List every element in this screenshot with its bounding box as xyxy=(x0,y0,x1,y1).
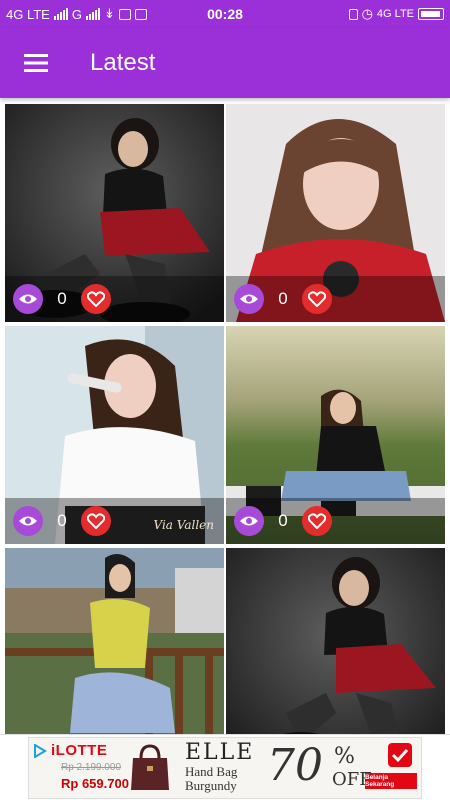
view-count: 0 xyxy=(57,511,67,530)
alarm-icon: ◷ xyxy=(361,6,373,21)
heart-icon xyxy=(308,513,326,529)
view-count: 0 xyxy=(278,289,288,308)
photo-card[interactable]: 0 Via Vallen xyxy=(5,326,224,544)
ad-old-price: Rp 2.199.000 xyxy=(61,762,122,773)
photo-watermark: Via Vallen xyxy=(153,518,215,532)
status-bar: 4G LTE G ↡ 00:28 ◷ 4G LTE xyxy=(0,0,450,28)
ad-description: Hand Bag Burgundy xyxy=(185,765,237,793)
card-overlay: 0 xyxy=(5,276,224,322)
ad-banner[interactable]: iLOTTE Rp 2.199.000 Rp 659.700 ELLE Hand… xyxy=(0,734,450,800)
view-button[interactable] xyxy=(13,284,43,314)
heart-icon xyxy=(87,513,105,529)
like-button[interactable] xyxy=(302,506,332,536)
ad-desc-line2: Burgundy xyxy=(185,778,237,793)
signal-icon-2 xyxy=(85,8,100,20)
eye-icon xyxy=(240,294,258,304)
ad-cta-button[interactable]: Belanja Sekarang xyxy=(365,773,417,789)
photo-card[interactable] xyxy=(226,548,445,734)
photo-card[interactable]: 0 xyxy=(5,104,224,322)
handbag-image xyxy=(131,744,169,790)
like-button[interactable] xyxy=(302,284,332,314)
message-icon xyxy=(118,8,131,20)
view-button[interactable] xyxy=(13,506,43,536)
view-count: 0 xyxy=(278,511,288,530)
eye-icon xyxy=(240,516,258,526)
ad-percent-sign: % xyxy=(334,744,355,769)
heart-icon xyxy=(308,291,326,307)
view-button[interactable] xyxy=(234,284,264,314)
photo-grid: 0 0 0 Via Vallen 0 xyxy=(0,98,450,734)
signal-icon xyxy=(53,8,68,20)
photo-card[interactable] xyxy=(5,548,224,734)
menu-button[interactable] xyxy=(0,28,72,98)
usb-icon: ↡ xyxy=(103,6,115,21)
app-notification-icon xyxy=(134,8,147,20)
ad-brand: iLOTTE xyxy=(51,742,108,759)
like-button[interactable] xyxy=(81,506,111,536)
page-title: Latest xyxy=(90,49,156,76)
network-type-right-label: 4G LTE xyxy=(376,8,414,20)
eye-icon xyxy=(19,516,37,526)
photo-image xyxy=(5,548,224,734)
battery-icon xyxy=(418,8,444,20)
app-bar: Latest xyxy=(0,28,450,98)
network-type-label: 4G LTE xyxy=(6,6,50,22)
ad-creative[interactable]: iLOTTE Rp 2.199.000 Rp 659.700 ELLE Hand… xyxy=(28,737,422,799)
ad-desc-line1: Hand Bag xyxy=(185,764,238,779)
ad-discount-value: 70 xyxy=(267,740,323,791)
photo-card[interactable]: 0 xyxy=(226,104,445,322)
ad-headline: ELLE xyxy=(185,740,255,765)
card-overlay: 0 xyxy=(226,498,445,544)
heart-icon xyxy=(87,291,105,307)
photo-card[interactable]: 0 xyxy=(226,326,445,544)
card-overlay: 0 xyxy=(226,276,445,322)
photo-image xyxy=(226,548,445,734)
like-button[interactable] xyxy=(81,284,111,314)
view-count: 0 xyxy=(57,289,67,308)
ad-price: Rp 659.700 xyxy=(61,776,129,791)
checkmark-badge-icon xyxy=(388,743,412,767)
adchoices-icon[interactable] xyxy=(33,744,47,758)
network-g-label: G xyxy=(71,6,82,22)
hamburger-menu-icon xyxy=(24,54,48,72)
battery-saver-icon xyxy=(348,8,358,20)
view-button[interactable] xyxy=(234,506,264,536)
eye-icon xyxy=(19,294,37,304)
